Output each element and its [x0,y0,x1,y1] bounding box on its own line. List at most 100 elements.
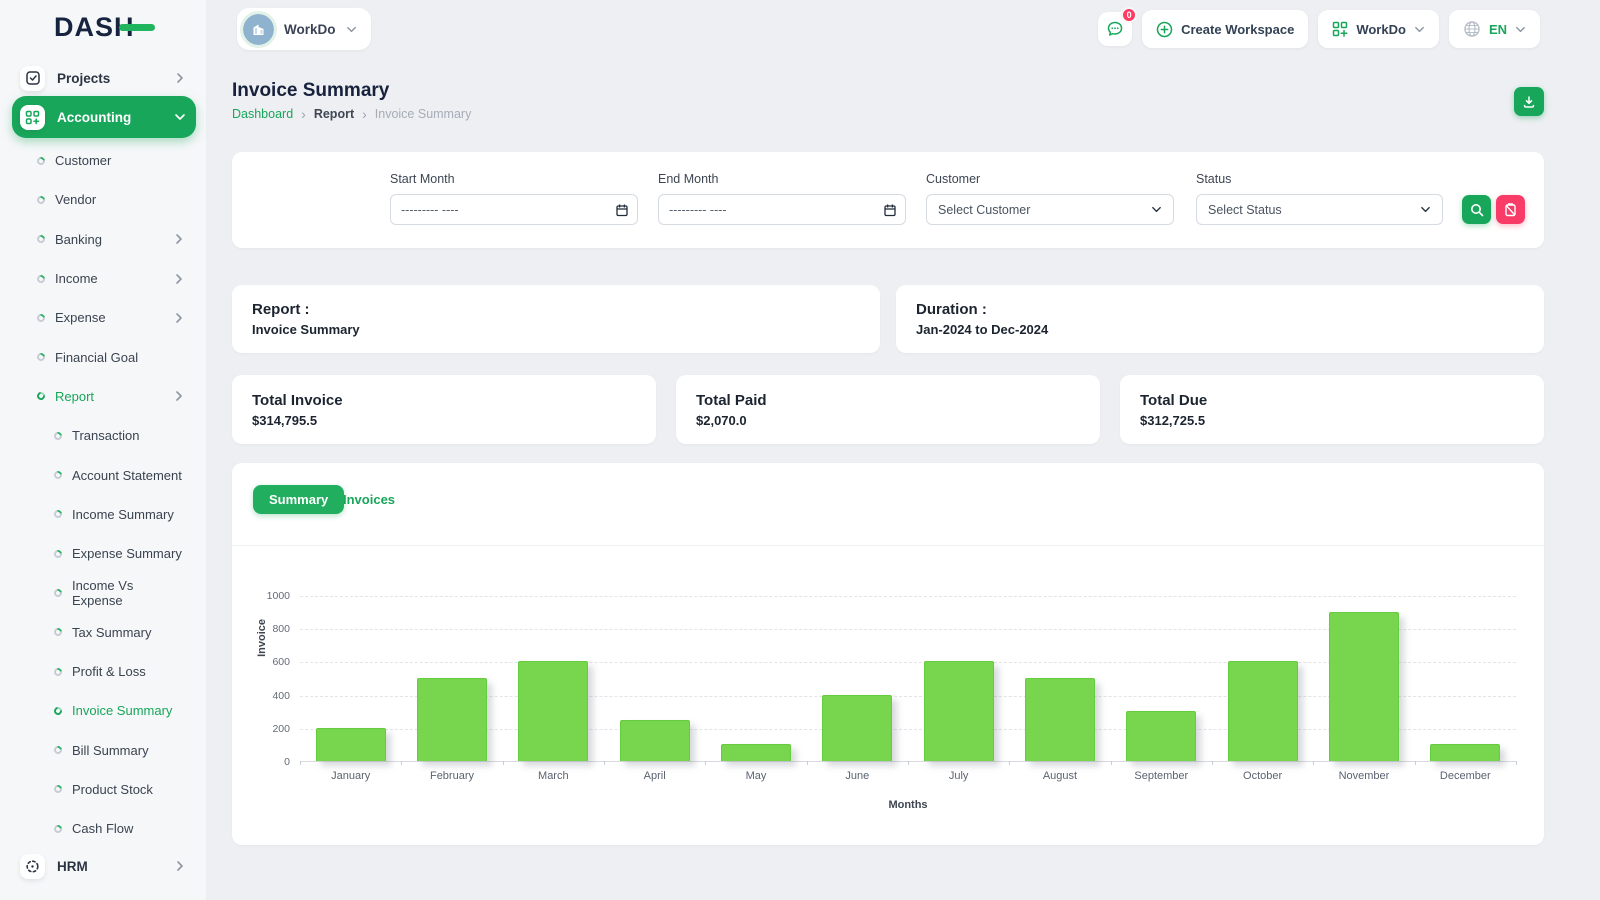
create-workspace-button[interactable]: Create Workspace [1142,10,1309,48]
bullet-icon [35,390,47,402]
breadcrumb-report[interactable]: Report [314,107,354,121]
status-select[interactable]: Select Status [1196,194,1443,225]
tab-invoices[interactable]: Invoices [343,492,395,507]
sidebar-item-projects[interactable]: Projects [12,58,196,98]
sidebar-item-profit-loss[interactable]: Profit & Loss [0,652,207,691]
sidebar-item-label: Product Stock [72,781,153,797]
bullet-icon [52,430,64,442]
calendar-icon[interactable] [616,203,628,216]
chevron-right-icon [176,273,182,284]
dash-logo[interactable]: DASH [54,14,155,41]
sidebar-item-label: Projects [57,70,111,86]
sidebar-item-transaction[interactable]: Transaction [0,416,207,455]
workspace-selector[interactable]: WorkDo [237,8,371,50]
sidebar-item-tax-summary[interactable]: Tax Summary [0,613,207,652]
sidebar-item-report[interactable]: Report [0,377,207,416]
chevron-right-icon [177,861,183,871]
language-label: EN [1488,21,1507,37]
sidebar-item-label: Customer [55,153,112,169]
bar-february[interactable] [417,678,487,761]
sidebar-item-label: Expense Summary [72,546,182,562]
chevron-down-icon [1152,206,1161,213]
sidebar-item-label: Transaction [72,428,140,444]
language-selector[interactable]: EN [1448,10,1540,48]
sidebar-item-product-stock[interactable]: Product Stock [0,770,207,809]
sidebar-item-customer[interactable]: Customer [0,141,207,180]
report-info-card: Report : Invoice Summary [232,285,880,353]
sidebar-item-label: Tax Summary [72,624,152,640]
bar-march[interactable] [518,661,589,761]
sidebar-item-label: Income [55,271,98,287]
bar-november[interactable] [1329,611,1399,761]
bar-december[interactable] [1430,744,1501,761]
reset-filter-button[interactable] [1496,195,1525,224]
y-tick-label: 400 [272,689,290,702]
total-due-label: Total Due [1140,392,1208,409]
sidebar-item-account-statement[interactable]: Account Statement [0,455,207,494]
bar-october[interactable] [1227,661,1298,761]
customer-select-value: Select Customer [938,202,1031,217]
sidebar-item-accounting[interactable]: Accounting [12,96,196,138]
chat-badge: 0 [1121,7,1138,23]
download-button[interactable] [1514,87,1544,116]
bullet-icon [52,744,64,756]
workdo-menu-button[interactable]: WorkDo [1318,10,1439,48]
sidebar-item-label: Income Summary [72,506,174,522]
sidebar-item-invoice-summary[interactable]: Invoice Summary [0,691,207,730]
sidebar-item-financial-goal[interactable]: Financial Goal [0,337,207,376]
bullet-icon [52,665,64,678]
sidebar-item-income-vs-expense[interactable]: Income Vs Expense [0,573,207,612]
sidebar-item-banking[interactable]: Banking [0,220,207,259]
filter-panel: Start Month End Month Customer Select Cu… [232,152,1544,248]
bar-april[interactable] [619,719,690,761]
sidebar-item-label: Cash Flow [72,821,134,837]
x-category-label: February [429,770,474,782]
sidebar-item-label: Bill Summary [72,742,149,758]
y-tick-label: 0 [284,756,290,768]
globe-icon [1464,21,1480,37]
y-tick-label: 600 [272,656,290,669]
customer-label: Customer [926,172,981,186]
tab-summary[interactable]: Summary [253,485,345,514]
sidebar-item-expense-summary[interactable]: Expense Summary [0,534,207,573]
sidebar-item-hrm[interactable]: HRM [12,846,196,886]
sidebar-item-vendor[interactable]: Vendor [0,180,207,219]
dash-logo-bar [118,24,155,31]
start-month-input[interactable] [401,202,627,217]
x-tick-mark [401,761,403,765]
dashed-circle-icon [20,853,45,879]
breadcrumb-dashboard[interactable]: Dashboard [232,107,293,121]
total-due-card: Total Due $312,725.5 [1120,375,1544,444]
x-tick-mark [604,761,605,765]
x-category-label: October [1243,770,1283,782]
bar-january[interactable] [315,727,386,761]
sidebar-accounting-submenu: Customer Vendor Banking Income Expense Financ… [0,141,207,848]
bar-june[interactable] [822,694,893,761]
chevron-down-icon [1421,206,1430,213]
end-month-input[interactable] [669,202,895,217]
x-tick-mark [502,761,504,765]
messenger-button[interactable]: 0 [1098,7,1138,46]
sidebar: DASH Projects Accounting Customer Vendor B… [0,0,207,900]
x-category-label: May [745,770,767,782]
workdo-menu-label: WorkDo [1356,21,1406,37]
calendar-icon[interactable] [884,203,896,216]
clear-filter-icon [1505,202,1516,216]
apply-filter-button[interactable] [1462,195,1491,224]
sidebar-item-cash-flow[interactable]: Cash Flow [0,809,207,848]
bar-july[interactable] [923,661,994,761]
bullet-icon [52,626,64,638]
bar-september[interactable] [1126,711,1197,761]
x-tick-mark [300,761,301,765]
customer-select[interactable]: Select Customer [926,194,1174,225]
sidebar-item-income-summary[interactable]: Income Summary [0,495,207,534]
end-month-label: End Month [658,172,719,186]
sidebar-item-income[interactable]: Income [0,259,207,298]
bar-may[interactable] [721,744,791,761]
chevron-right-icon [177,73,183,83]
bar-august[interactable] [1025,678,1095,761]
duration-info-card: Duration : Jan-2024 to Dec-2024 [896,285,1544,353]
sidebar-item-bill-summary[interactable]: Bill Summary [0,730,207,769]
checkbox-icon [20,65,45,91]
sidebar-item-expense[interactable]: Expense [0,298,207,337]
